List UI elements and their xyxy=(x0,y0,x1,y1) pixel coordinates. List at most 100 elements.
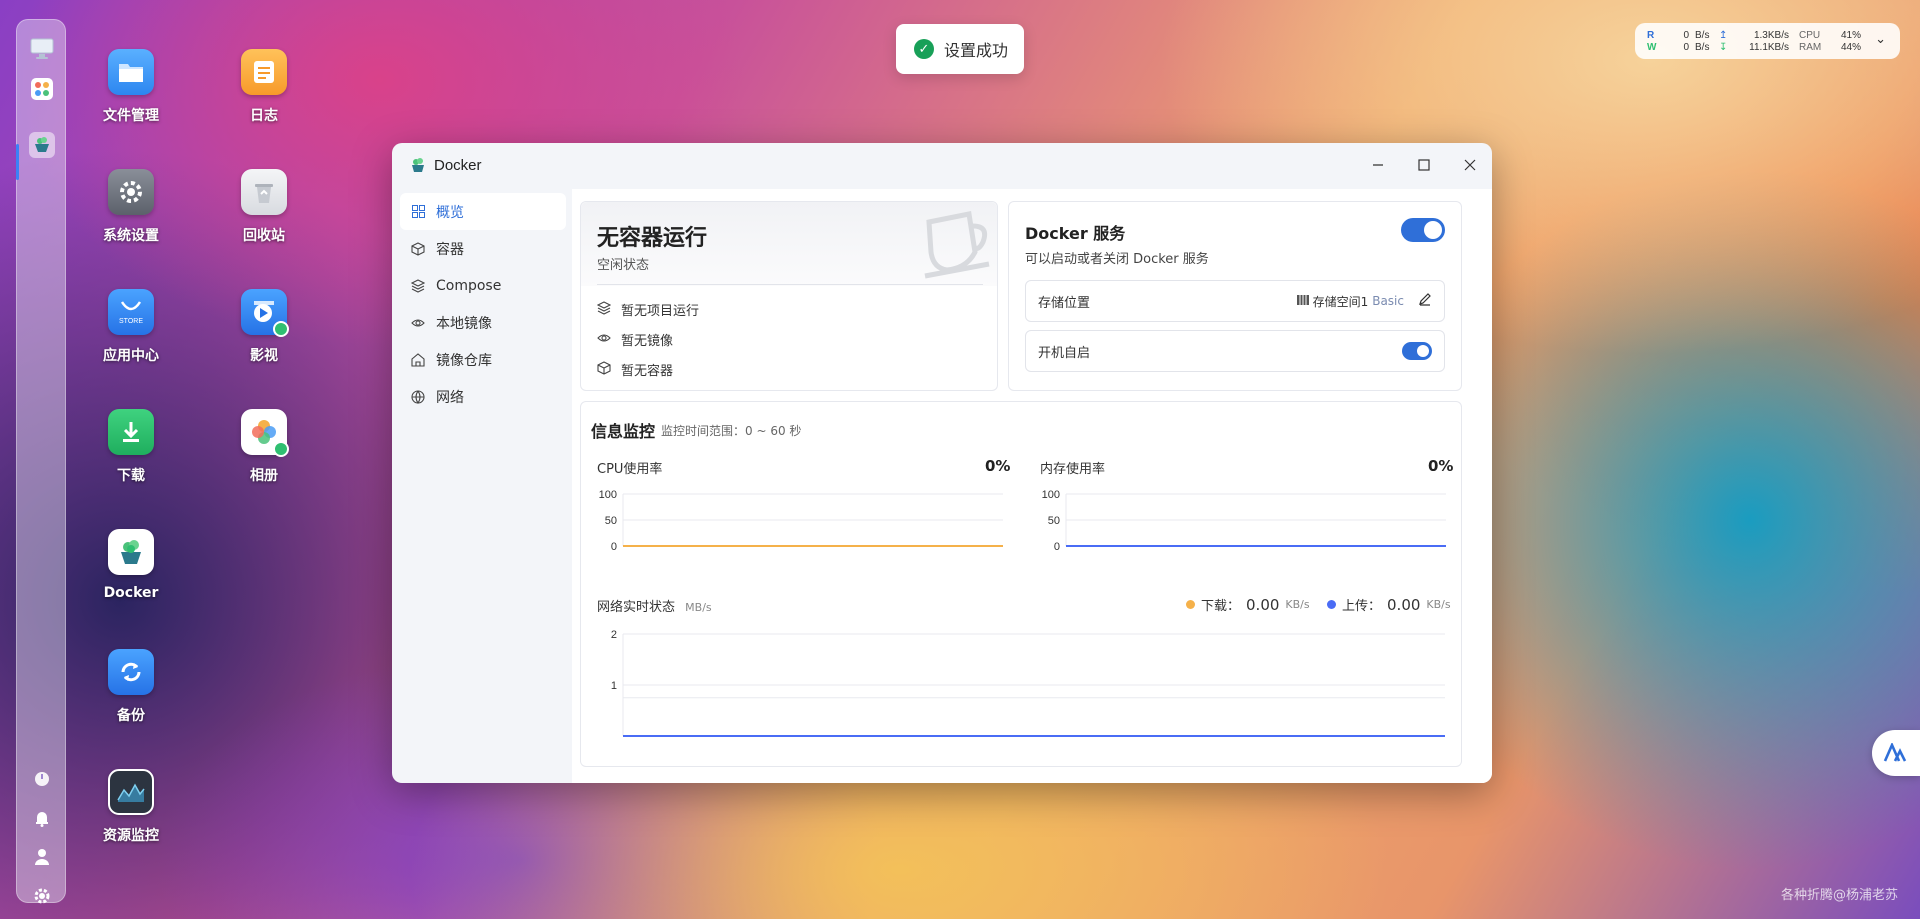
desktop-icon-recycle-bin[interactable]: 回收站 xyxy=(209,169,319,245)
desktop-icon-system-settings[interactable]: 系统设置 xyxy=(76,169,186,245)
download-icon xyxy=(108,409,154,455)
upload-legend: 上传： 0.00 KB/s xyxy=(1327,595,1451,614)
check-circle-icon: ✓ xyxy=(914,39,934,59)
idle-status-card: 无容器运行 空闲状态 暂无项目运行 暂无镜像 暂无容器 xyxy=(580,201,998,391)
desktop-icon-resource-monitor[interactable]: 资源监控 xyxy=(76,769,186,845)
desktop-icon-download[interactable]: 下载 xyxy=(76,409,186,485)
y-tick-label: 0 xyxy=(1054,541,1060,553)
nav-item-local-images[interactable]: 本地镜像 xyxy=(400,304,566,341)
read-unit: B/s xyxy=(1695,30,1710,41)
desktop-icon[interactable] xyxy=(29,36,55,62)
nav-label: 本地镜像 xyxy=(436,315,492,332)
desktop-icon-label: 下载 xyxy=(117,468,145,484)
toast-text: 设置成功 xyxy=(944,41,1009,60)
storage-location-row: 存储位置 存储空间1 Basic xyxy=(1025,280,1445,322)
idle-item-containers: 暂无容器 xyxy=(597,360,673,379)
desktop-icon-app-center[interactable]: STORE 应用中心 xyxy=(76,289,186,365)
monitor-title: 信息监控 xyxy=(591,422,656,441)
desktop-icon-backup[interactable]: 备份 xyxy=(76,649,186,725)
ram-value: 44% xyxy=(1840,42,1861,53)
idle-subtitle: 空闲状态 xyxy=(597,258,650,273)
bell-icon[interactable] xyxy=(29,805,55,831)
power-icon[interactable] xyxy=(29,766,55,792)
settings-gear-icon[interactable] xyxy=(29,883,55,909)
cpu-value: 41% xyxy=(1840,30,1861,41)
success-toast: ✓ 设置成功 xyxy=(896,24,1024,74)
desktop-icon-label: 回收站 xyxy=(243,228,285,244)
download-speed: 11.1KB/s xyxy=(1749,42,1789,53)
upload-dot xyxy=(1327,600,1336,609)
docker-title-icon xyxy=(412,158,424,172)
upload-value: 0.00 xyxy=(1387,595,1421,614)
desktop-icon-label: 相册 xyxy=(250,468,278,484)
recycle-icon xyxy=(241,169,287,215)
floating-assistant-button[interactable] xyxy=(1872,730,1920,776)
log-icon xyxy=(241,49,287,95)
docker-window: Docker 概览 容器 Compose 本地镜像 镜像仓库 网络 无容器运行 … xyxy=(392,143,1492,783)
mem-chart: 100 50 0 xyxy=(1042,489,1446,553)
divider xyxy=(597,284,983,285)
desktop-icon-logs[interactable]: 日志 xyxy=(209,49,319,125)
minimize-button[interactable] xyxy=(1368,155,1388,175)
nav-item-network[interactable]: 网络 xyxy=(400,378,566,415)
download-value: 0.00 xyxy=(1246,595,1280,614)
storage-bars-icon xyxy=(1296,294,1309,309)
edit-pencil-icon[interactable] xyxy=(1418,292,1432,310)
y-tick-label: 100 xyxy=(1042,489,1060,501)
nav-item-compose[interactable]: Compose xyxy=(400,267,566,304)
cube-icon xyxy=(410,241,426,257)
y-tick-label: 1 xyxy=(611,680,617,692)
cpu-chart: 100 50 0 xyxy=(599,489,1003,553)
autostart-toggle[interactable] xyxy=(1402,342,1432,360)
upload-unit: KB/s xyxy=(1426,598,1451,611)
mem-chart-label: 内存使用率 xyxy=(1040,462,1106,477)
desktop-icon-label: 系统设置 xyxy=(103,228,159,244)
chevron-double-down-icon[interactable]: ⌄ xyxy=(1875,31,1886,47)
dock xyxy=(16,19,66,904)
idle-title: 无容器运行 xyxy=(597,226,708,251)
ram-label: RAM xyxy=(1799,42,1822,53)
y-tick-label: 0 xyxy=(611,541,617,553)
desktop-icon-file-manager[interactable]: 文件管理 xyxy=(76,49,186,125)
nav-item-registry[interactable]: 镜像仓库 xyxy=(400,341,566,378)
desktop-icon-video[interactable]: 影视 xyxy=(209,289,319,365)
download-unit: KB/s xyxy=(1285,598,1310,611)
download-label: 下载： xyxy=(1201,599,1241,614)
window-title: Docker xyxy=(434,156,482,174)
storage-tag: Basic xyxy=(1372,294,1404,308)
nav-item-overview[interactable]: 概览 xyxy=(400,193,566,230)
monitor-range: 监控时间范围：0 ~ 60 秒 xyxy=(661,424,802,438)
monitor-chart-icon xyxy=(108,769,154,815)
desktop-icon-docker[interactable]: Docker xyxy=(76,529,186,601)
nav-item-containers[interactable]: 容器 xyxy=(400,230,566,267)
video-play-icon xyxy=(241,289,289,337)
write-unit: B/s xyxy=(1695,42,1710,53)
docker-service-toggle[interactable] xyxy=(1401,218,1445,242)
close-button[interactable] xyxy=(1460,155,1480,175)
monitor-card: 信息监控 监控时间范围：0 ~ 60 秒 CPU使用率 0% 内存使用率 0% … xyxy=(580,401,1462,767)
service-subtitle: 可以启动或者关闭 Docker 服务 xyxy=(1025,252,1209,267)
autostart-label: 开机自启 xyxy=(1038,345,1091,361)
cpu-label: CPU xyxy=(1799,30,1821,41)
storage-value: 存储空间1 xyxy=(1312,294,1369,309)
write-value: 0 xyxy=(1683,42,1689,53)
desktop-icon-album[interactable]: 相册 xyxy=(209,409,319,485)
folder-icon xyxy=(108,49,154,95)
store-badge: STORE xyxy=(119,318,143,325)
eye-icon xyxy=(410,315,426,331)
desktop-icon-label: 文件管理 xyxy=(103,108,159,124)
idle-item-images: 暂无镜像 xyxy=(597,330,673,349)
window-titlebar[interactable]: Docker xyxy=(392,143,1492,187)
network-status-widget[interactable]: R 0 B/s ↥ 1.3KB/s CPU 41% W 0 B/s ↧ 11.1… xyxy=(1635,23,1900,59)
house-icon xyxy=(410,352,426,368)
app-center-icon[interactable] xyxy=(29,76,55,102)
service-title: Docker 服务 xyxy=(1025,224,1126,243)
net-chart-label: 网络实时状态 xyxy=(597,600,676,615)
storage-label: 存储位置 xyxy=(1038,295,1091,311)
nav-label: 镜像仓库 xyxy=(436,352,492,369)
maximize-button[interactable] xyxy=(1414,155,1434,175)
user-icon[interactable] xyxy=(29,844,55,870)
docker-dock-icon[interactable] xyxy=(29,132,55,158)
net-chart-unit: MB/s xyxy=(685,601,712,614)
upload-arrow-icon: ↥ xyxy=(1719,30,1728,41)
